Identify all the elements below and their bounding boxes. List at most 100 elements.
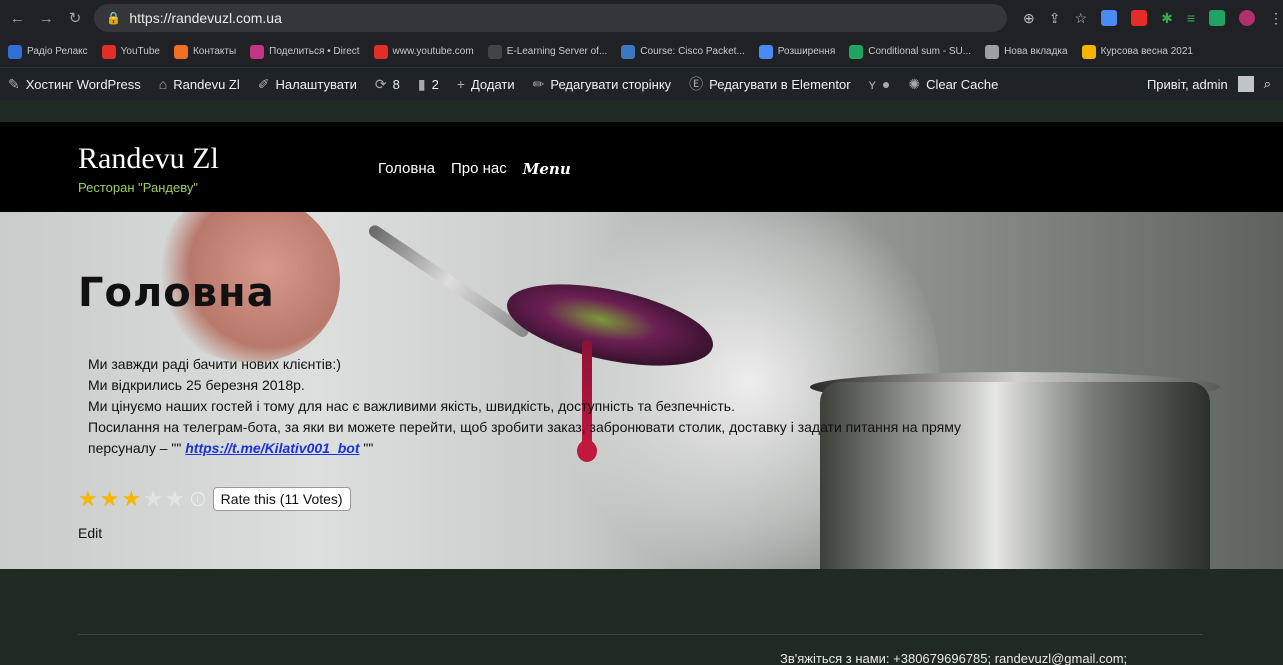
- plus-icon: +: [456, 76, 465, 92]
- bookmark-favicon-icon: [173, 44, 188, 59]
- avatar[interactable]: [1237, 76, 1254, 92]
- footer-contact: Зв'яжіться з нами: +380679696785; randev…: [780, 651, 1128, 665]
- bookmark-item[interactable]: Розширення: [758, 44, 836, 59]
- menu-item-home[interactable]: Головна: [378, 160, 435, 178]
- bookmark-item[interactable]: Conditional sum - SU...: [849, 44, 972, 59]
- browser-toolbar: ← → ↻ 🔒 https://randevuzl.com.ua ⊕ ⇪ ☆ ✱…: [0, 0, 1283, 36]
- search-icon[interactable]: ⌕: [1264, 76, 1271, 92]
- brush-icon: ✐: [257, 75, 270, 92]
- bookmark-label: Нова вкладка: [1004, 46, 1068, 57]
- bookmark-item[interactable]: Радіо Релакс: [8, 44, 88, 59]
- forward-arrow-icon[interactable]: →: [35, 6, 58, 30]
- bookmark-item[interactable]: Курсова весна 2021: [1081, 44, 1193, 59]
- reading-list-icon[interactable]: ≡: [1187, 10, 1195, 26]
- admin-edit-elementor[interactable]: Ⓔ Редагувати в Elementor: [689, 74, 850, 94]
- bookmark-label: Розширення: [777, 46, 836, 57]
- content-line: Ми відкрились 25 березня 2018р.: [88, 377, 305, 393]
- top-strip: [0, 100, 1283, 122]
- edit-link[interactable]: Edit: [78, 525, 102, 541]
- admin-comments[interactable]: ▮ 2: [418, 76, 439, 93]
- extension-icon[interactable]: [1131, 10, 1148, 26]
- admin-updates[interactable]: ⟳ 8: [375, 76, 400, 93]
- bookmark-favicon-icon: [758, 44, 773, 59]
- admin-yoast[interactable]: ʏ ●: [869, 76, 891, 92]
- zoom-icon[interactable]: ⊕: [1023, 10, 1035, 27]
- back-arrow-icon[interactable]: ←: [6, 6, 29, 30]
- admin-hosting[interactable]: ✎ Хостинг WordPress: [8, 76, 141, 93]
- address-url: https://randevuzl.com.ua: [129, 10, 282, 26]
- refresh-icon: ⟳: [374, 75, 387, 92]
- admin-customize[interactable]: ✐ Налаштувати: [258, 76, 357, 93]
- admin-edit-page[interactable]: ✏ Редагувати сторінку: [533, 76, 672, 93]
- lock-icon: 🔒: [106, 11, 122, 25]
- bookmark-label: Поделиться • Direct: [269, 46, 360, 57]
- main-menu: Головна Про нас Menu: [378, 160, 571, 178]
- bookmark-label: Контакты: [192, 46, 237, 57]
- bookmark-favicon-icon: [849, 44, 864, 59]
- telegram-bot-link[interactable]: https://t.me/Kilativ001_bot: [185, 440, 359, 456]
- bookmark-label: E-Learning Server of...: [506, 46, 608, 57]
- admin-site[interactable]: ⌂ Randevu Zl: [159, 76, 240, 92]
- rate-button[interactable]: Rate this (11 Votes): [212, 487, 351, 511]
- star-rating: ★ ★ ★ ★ ★ i Rate this (11 Votes): [78, 487, 351, 511]
- address-bar[interactable]: 🔒 https://randevuzl.com.ua: [94, 4, 1008, 32]
- star-icon[interactable]: ★: [78, 488, 98, 510]
- footer-divider: [78, 634, 1203, 635]
- bookmark-favicon-icon: [8, 44, 22, 59]
- side-panel-icon[interactable]: [1208, 10, 1225, 26]
- menu-item-menu[interactable]: Menu: [523, 160, 571, 178]
- wp-admin-bar: ✎ Хостинг WordPress ⌂ Randevu Zl ✐ Налаштув…: [0, 68, 1283, 100]
- reload-icon[interactable]: ↻: [64, 6, 87, 30]
- bookmark-star-icon[interactable]: ☆: [1075, 10, 1088, 27]
- bookmark-favicon-icon: [621, 44, 636, 59]
- bookmark-favicon-icon: [101, 44, 116, 59]
- site-tagline: Ресторан "Рандеву": [78, 180, 198, 195]
- bookmark-item[interactable]: www.youtube.com: [373, 44, 474, 59]
- bookmark-favicon-icon: [373, 44, 388, 59]
- site-title[interactable]: Randevu Zl: [78, 142, 219, 176]
- star-icon[interactable]: ★: [143, 488, 163, 510]
- bookmark-item[interactable]: Нова вкладка: [985, 44, 1068, 59]
- cache-icon: ✺: [908, 75, 921, 92]
- elementor-icon: Ⓔ: [689, 76, 704, 92]
- bookmark-favicon-icon: [487, 44, 502, 59]
- pencil-icon: ✏: [532, 75, 545, 92]
- menu-dots-icon[interactable]: ⋮: [1269, 10, 1283, 27]
- admin-greeting[interactable]: Привіт, admin: [1147, 77, 1228, 92]
- bookmark-item[interactable]: YouTube: [101, 44, 160, 59]
- bookmark-favicon-icon: [1081, 44, 1096, 59]
- profile-avatar-icon[interactable]: [1238, 10, 1255, 26]
- bookmark-item[interactable]: Поделиться • Direct: [250, 44, 360, 59]
- comment-icon: ▮: [417, 75, 426, 92]
- content-line: персуналу – "" https://t.me/Kilativ001_b…: [88, 440, 374, 456]
- bookmark-favicon-icon: [985, 44, 1000, 59]
- status-dot-icon: ●: [881, 76, 891, 92]
- dashboard-icon: ⌂: [158, 76, 168, 92]
- bookmark-label: Радіо Релакс: [27, 46, 88, 57]
- site-header: Randevu Zl Ресторан "Рандеву" Головна Пр…: [0, 122, 1283, 212]
- bookmarks-bar: Радіо Релакс YouTube Контакты Поделиться • …: [0, 36, 1283, 68]
- page-title: Головна: [78, 270, 275, 316]
- share-icon[interactable]: ⇪: [1049, 10, 1061, 27]
- content-line: Ми цінуємо наших гостей і тому для нас є…: [88, 398, 735, 414]
- bookmark-label: Conditional sum - SU...: [868, 46, 972, 57]
- bookmark-favicon-icon: [250, 44, 265, 59]
- star-icon[interactable]: ★: [121, 488, 141, 510]
- admin-add-new[interactable]: + Додати: [457, 76, 515, 92]
- site-footer: Зв'яжіться з нами: +380679696785; randev…: [0, 569, 1283, 665]
- star-icon[interactable]: ★: [100, 488, 120, 510]
- extension-icon[interactable]: [1101, 10, 1118, 26]
- puzzle-icon[interactable]: ✱: [1161, 10, 1173, 27]
- info-icon[interactable]: i: [190, 492, 205, 506]
- star-icon[interactable]: ★: [165, 488, 185, 510]
- admin-clear-cache[interactable]: ✺ Clear Cache: [908, 76, 998, 93]
- bookmark-item[interactable]: Контакты: [173, 44, 237, 59]
- content-line: Ми завжди раді бачити нових клієнтів:): [88, 356, 341, 372]
- yoast-icon: ʏ: [868, 76, 876, 92]
- bookmark-item[interactable]: Course: Cisco Packet...: [621, 44, 745, 59]
- bookmark-item[interactable]: E-Learning Server of...: [487, 44, 608, 59]
- bookmark-label: Course: Cisco Packet...: [640, 46, 745, 57]
- menu-item-about[interactable]: Про нас: [451, 160, 507, 178]
- page-content: Ми завжди раді бачити нових клієнтів:) М…: [88, 354, 1208, 459]
- bookmark-label: Курсова весна 2021: [1100, 46, 1193, 57]
